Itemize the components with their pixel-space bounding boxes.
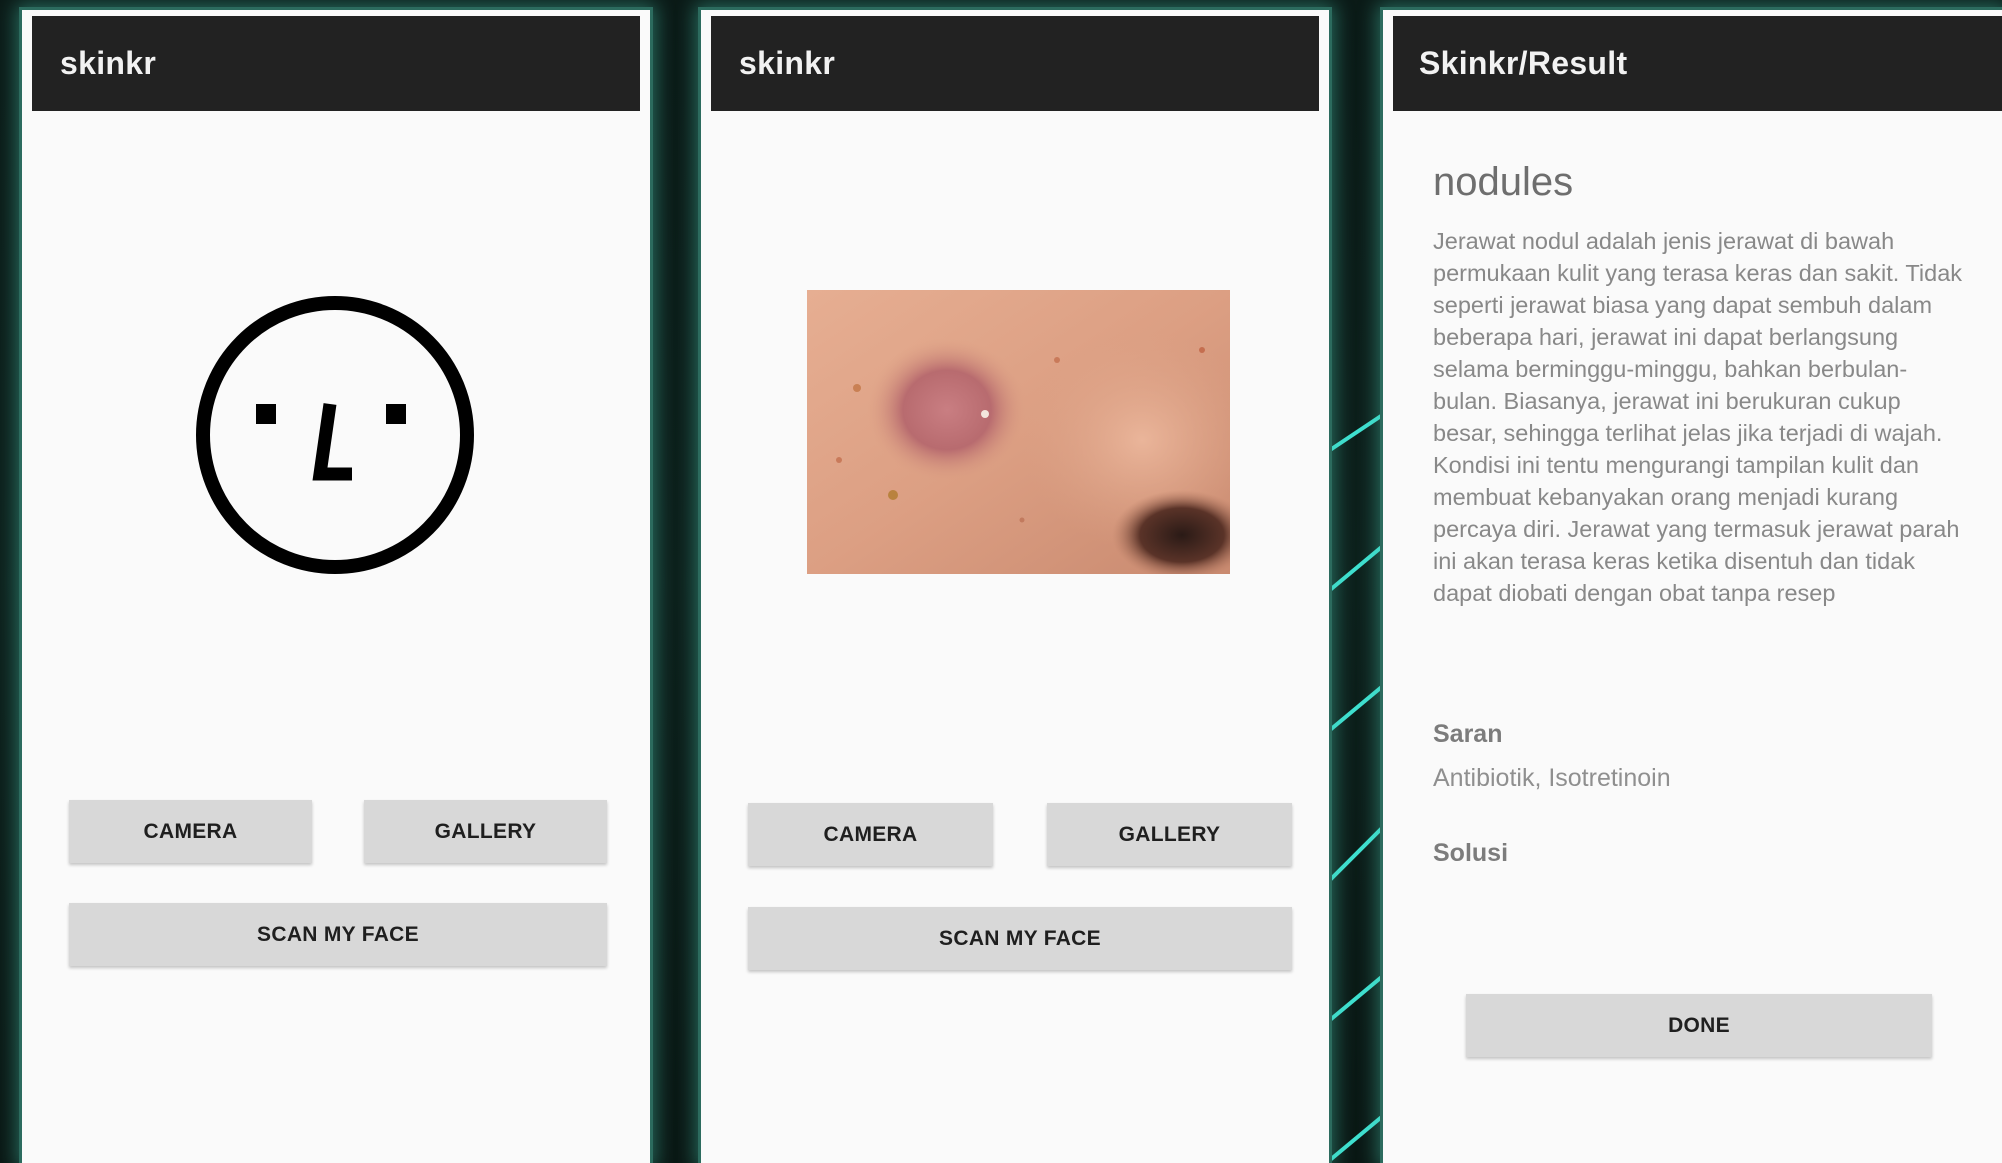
app-title: Skinkr/Result [1419, 45, 1628, 81]
app-bar: Skinkr/Result [1393, 16, 2002, 111]
saran-label: Saran [1433, 720, 1503, 748]
screen-home: skinkr CAMERA GALLERY SCAN MY FACE [22, 10, 650, 1163]
camera-button[interactable]: CAMERA [748, 803, 993, 866]
app-bar: skinkr [32, 16, 640, 111]
camera-button[interactable]: CAMERA [69, 800, 312, 863]
face-logo-icon [196, 296, 474, 574]
screen-result: Skinkr/Result nodules Jerawat nodul adal… [1383, 10, 2002, 1163]
saran-value: Antibiotik, Isotretinoin [1433, 764, 1671, 792]
screenshot-stage: skinkr CAMERA GALLERY SCAN MY FACE skink… [0, 0, 2002, 1163]
app-bar: skinkr [711, 16, 1319, 111]
scan-my-face-button[interactable]: SCAN MY FACE [748, 907, 1292, 970]
app-title: skinkr [60, 45, 157, 81]
scan-my-face-button[interactable]: SCAN MY FACE [69, 903, 607, 966]
solusi-label: Solusi [1433, 839, 1509, 867]
gallery-button[interactable]: GALLERY [1047, 803, 1292, 866]
app-title: skinkr [739, 45, 836, 81]
done-button[interactable]: DONE [1466, 994, 1932, 1057]
gallery-button[interactable]: GALLERY [364, 800, 607, 863]
condition-title: nodules [1433, 160, 1574, 204]
skin-photo [807, 290, 1230, 574]
condition-description: Jerawat nodul adalah jenis jerawat di ba… [1433, 228, 1963, 606]
screen-image-selected: skinkr CAMERA GALLERY SCAN MY FACE [701, 10, 1329, 1163]
decorative-stripes [1330, 408, 1390, 1162]
